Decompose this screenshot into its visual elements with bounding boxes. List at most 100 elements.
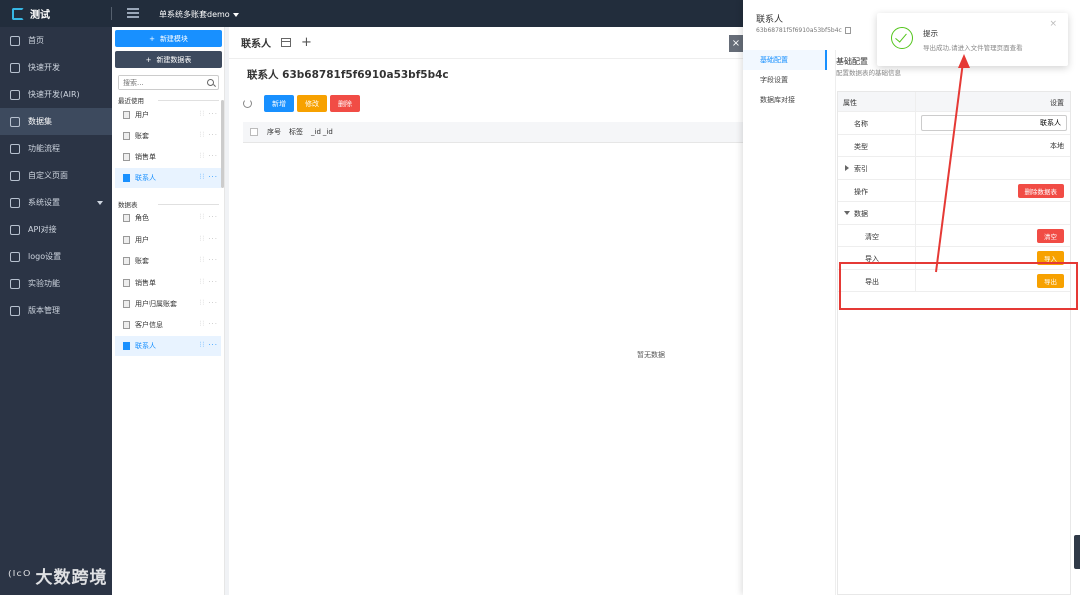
column-header[interactable]: _id xyxy=(311,128,321,136)
table-item[interactable]: 用户 ⫶⫶ ··· xyxy=(115,230,221,250)
property-row-export: 导出 导出 xyxy=(838,269,1070,292)
monitor-icon xyxy=(10,278,20,289)
nav-label: 快速开发 xyxy=(28,63,60,72)
database-icon xyxy=(10,116,20,127)
header-attr: 属性 xyxy=(843,99,857,107)
item-actions-icon[interactable]: ⫶⫶ ··· xyxy=(200,299,218,308)
item-actions-icon[interactable]: ⫶⫶ ··· xyxy=(200,110,218,119)
table-icon xyxy=(123,279,130,287)
nav-item-version[interactable]: 版本管理 xyxy=(0,297,112,324)
table-item[interactable]: 销售单 ⫶⫶ ··· xyxy=(115,273,221,293)
table-item[interactable]: 客户信息 ⫶⫶ ··· xyxy=(115,315,221,335)
item-actions-icon[interactable]: ⫶⫶ ··· xyxy=(200,235,218,244)
table-name-input[interactable] xyxy=(921,115,1067,131)
column-header[interactable]: 序号 xyxy=(267,127,281,137)
nav-item-quick-dev[interactable]: 快速开发 xyxy=(0,54,112,81)
search-icon[interactable] xyxy=(207,79,214,86)
clear-button[interactable]: 清空 xyxy=(1037,228,1064,243)
drawer-id: 63b68781f5f6910a53bf5b4c xyxy=(756,27,851,34)
feedback-side-tab[interactable] xyxy=(1074,535,1080,569)
copy-icon[interactable] xyxy=(844,27,851,34)
delete-table-button[interactable]: 删除数据表 xyxy=(1017,183,1064,198)
item-actions-icon[interactable]: ⫶⫶ ··· xyxy=(200,320,218,329)
table-item[interactable]: 角色 ⫶⫶ ··· xyxy=(115,208,221,228)
property-row-type: 类型 本地 xyxy=(838,134,1070,157)
watermark-text: 大数跨境 xyxy=(35,568,108,588)
column-header[interactable]: _id xyxy=(323,128,333,136)
table-icon xyxy=(123,174,130,182)
item-label: 角色 xyxy=(135,214,149,222)
dataset-search xyxy=(118,75,219,90)
edit-button[interactable]: 修改 xyxy=(297,95,327,112)
close-drawer-button[interactable]: × xyxy=(729,35,743,52)
recent-item[interactable]: 用户 ⫶⫶ ··· xyxy=(115,105,221,125)
chevron-down-icon[interactable] xyxy=(844,211,850,215)
property-row-data[interactable]: 数据 xyxy=(838,202,1070,225)
add-tab-icon[interactable]: + xyxy=(301,35,312,50)
nav-item-settings[interactable]: 系统设置 xyxy=(0,189,112,216)
item-actions-icon[interactable]: ⫶⫶ ··· xyxy=(200,173,218,182)
item-label: 账套 xyxy=(135,132,149,140)
nav-item-api[interactable]: API对接 xyxy=(0,216,112,243)
project-selector[interactable]: 单系统多账套demo xyxy=(159,9,239,20)
item-actions-icon[interactable]: ⫶⫶ ··· xyxy=(200,341,218,350)
page-title: 联系人 63b68781f5f6910a53bf5b4c xyxy=(247,69,449,81)
export-button[interactable]: 导出 xyxy=(1037,273,1064,288)
item-label: 销售单 xyxy=(135,153,156,161)
item-actions-icon[interactable]: ⫶⫶ ··· xyxy=(200,256,218,265)
nav-item-lab[interactable]: 实验功能 xyxy=(0,270,112,297)
recent-item-selected[interactable]: 联系人 ⫶⫶ ··· xyxy=(115,168,221,188)
nav-item-dataset[interactable]: 数据集 xyxy=(0,108,112,135)
property-row-clear: 清空 清空 xyxy=(838,224,1070,247)
nav-item-custom-page[interactable]: 自定义页面 xyxy=(0,162,112,189)
nav-item-quick-dev-air[interactable]: 快速开发(AIR) xyxy=(0,81,112,108)
topbar-divider xyxy=(111,7,112,20)
table-item-selected[interactable]: 联系人 ⫶⫶ ··· xyxy=(115,336,221,356)
recent-item[interactable]: 账套 ⫶⫶ ··· xyxy=(115,126,221,146)
divider xyxy=(158,100,219,101)
nav-label: 数据集 xyxy=(28,117,52,126)
app-logo[interactable]: 测试 xyxy=(12,6,50,21)
api-icon xyxy=(10,224,20,235)
menu-db-integration[interactable]: 数据库对接 xyxy=(743,90,827,110)
property-row-index[interactable]: 索引 xyxy=(838,157,1070,180)
import-button[interactable]: 导入 xyxy=(1037,251,1064,265)
item-label: 客户信息 xyxy=(135,321,163,329)
header-setting: 设置 xyxy=(1050,99,1064,107)
item-label: 销售单 xyxy=(135,279,156,287)
nav-label: 快速开发(AIR) xyxy=(28,90,80,99)
recent-item[interactable]: 销售单 ⫶⫶ ··· xyxy=(115,147,221,167)
tab-contacts[interactable]: 联系人 xyxy=(241,35,271,50)
close-icon[interactable]: × xyxy=(1049,19,1057,29)
select-all-checkbox[interactable] xyxy=(250,128,258,136)
table-item[interactable]: 账套 ⫶⫶ ··· xyxy=(115,251,221,271)
menu-field-settings[interactable]: 字段设置 xyxy=(743,70,827,90)
column-header[interactable]: 标签 xyxy=(289,127,303,137)
item-actions-icon[interactable]: ⫶⫶ ··· xyxy=(200,152,218,161)
nav-item-logo-settings[interactable]: logo设置 xyxy=(0,243,112,270)
image-icon xyxy=(10,251,20,262)
item-actions-icon[interactable]: ⫶⫶ ··· xyxy=(200,278,218,287)
chevron-right-icon[interactable] xyxy=(845,165,849,171)
panel-scrollbar[interactable] xyxy=(221,100,224,188)
menu-basic-config[interactable]: 基础配置 xyxy=(743,50,827,70)
refresh-icon[interactable] xyxy=(243,99,252,108)
table-toolbar: 新增 修改 删除 xyxy=(243,95,360,112)
search-input[interactable] xyxy=(119,76,201,89)
item-label: 用户 xyxy=(135,111,149,119)
table-view-icon[interactable] xyxy=(281,38,291,47)
new-dataset-button[interactable]: + 新建数据表 xyxy=(115,51,222,68)
tab-bar: 联系人 + xyxy=(229,27,743,59)
add-button[interactable]: 新增 xyxy=(264,95,294,112)
item-actions-icon[interactable]: ⫶⫶ ··· xyxy=(200,131,218,140)
table-item[interactable]: 用户归属账套 ⫶⫶ ··· xyxy=(115,294,221,314)
nav-item-flow[interactable]: 功能流程 xyxy=(0,135,112,162)
nav-item-home[interactable]: 首页 xyxy=(0,27,112,54)
menu-toggle-icon[interactable] xyxy=(127,8,139,18)
row-label: 名称 xyxy=(854,120,868,128)
item-actions-icon[interactable]: ⫶⫶ ··· xyxy=(200,213,218,222)
drawer-body: 基础配置 配置数据表的基础信息 属性 设置 名称 类型 本地 索引 xyxy=(835,50,1080,595)
new-module-button[interactable]: + 新建模块 xyxy=(115,30,222,47)
delete-button[interactable]: 删除 xyxy=(330,95,360,112)
plus-icon: + xyxy=(149,34,155,43)
